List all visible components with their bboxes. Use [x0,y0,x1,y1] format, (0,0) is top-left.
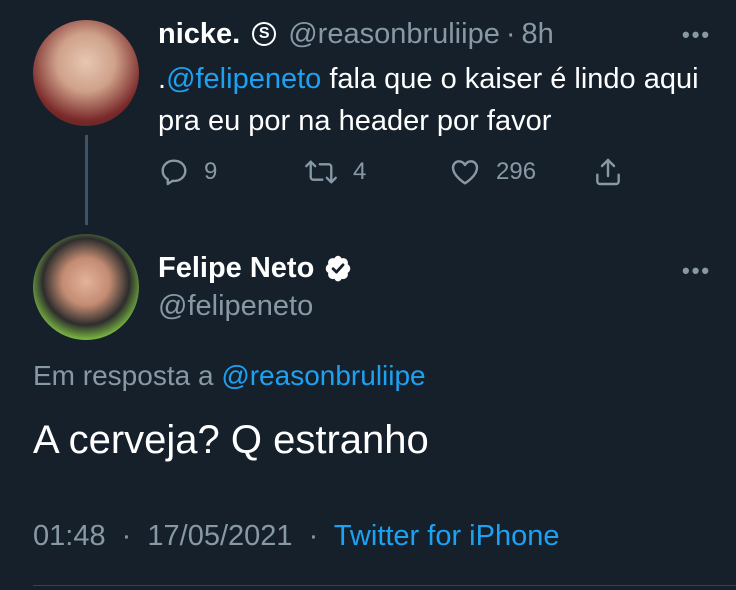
thread-connector [85,135,88,225]
parent-handle[interactable]: @reasonbruliipe [288,18,500,51]
separator: · [505,17,516,50]
verified-badge-icon [324,254,352,282]
separator: · [308,520,319,552]
like-icon [448,156,482,188]
avatar[interactable] [33,20,139,126]
like-button[interactable]: 296 [448,152,536,192]
reply-handle-link[interactable]: @reasonbruliipe [221,360,425,391]
reply-context: Em resposta a @reasonbruliipe [33,360,426,392]
tweet-date[interactable]: 17/05/2021 [147,520,292,552]
tweet-time[interactable]: 01:48 [33,520,106,552]
divider [33,585,736,586]
share-icon [592,156,624,188]
reply-prefix: Em resposta a [33,360,222,391]
reply-button[interactable]: 9 [158,152,217,192]
reply-icon [158,156,190,188]
tweet-meta: 01:48 · 17/05/2021 · Twitter for iPhone [33,520,559,553]
retweet-count: 4 [353,158,367,185]
more-icon[interactable]: ••• [682,22,711,48]
retweet-icon [303,156,339,188]
main-display-name[interactable]: Felipe Neto [158,252,314,285]
tweet-actions: 9 4 296 [158,152,638,192]
main-display-name-row: Felipe Neto [158,250,352,286]
parent-tweet-header: nicke. S @reasonbruliipe · 8h [158,14,716,54]
source-link[interactable]: Twitter for iPhone [334,520,560,552]
parent-tweet-text: .@felipeneto fala que o kaiser é lindo a… [158,58,718,142]
parent-display-name[interactable]: nicke. [158,18,240,51]
main-handle[interactable]: @felipeneto [158,290,313,323]
mention-link[interactable]: @felipeneto [166,63,321,95]
main-tweet-text: A cerveja? Q estranho [33,418,429,462]
more-icon[interactable]: ••• [682,258,711,284]
reply-count: 9 [204,158,218,185]
text-prefix: . [158,63,167,95]
tweet-thread: nicke. S @reasonbruliipe · 8h ••• .@feli… [0,0,736,590]
like-count: 296 [496,158,537,185]
s-badge-icon: S [252,22,277,46]
separator: · [121,520,132,552]
parent-timestamp[interactable]: 8h [522,18,554,51]
avatar[interactable] [33,234,139,340]
share-button[interactable] [592,152,624,192]
retweet-button[interactable]: 4 [303,152,366,192]
